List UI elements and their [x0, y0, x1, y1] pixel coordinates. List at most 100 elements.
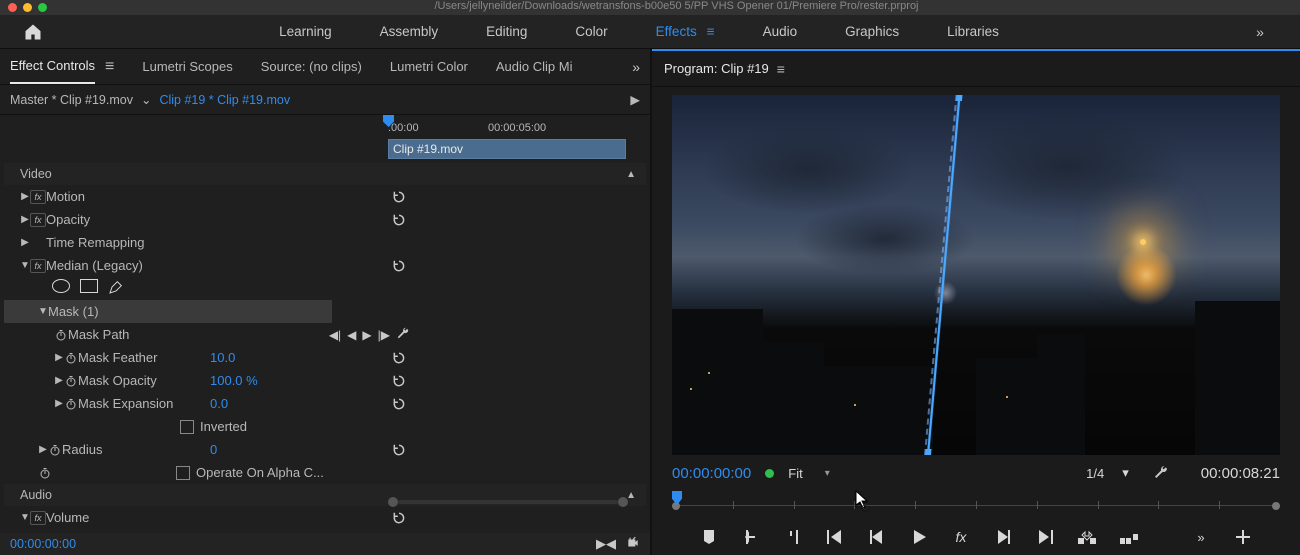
effect-row-motion[interactable]: Motion [4, 185, 646, 208]
effect-row-time-remapping[interactable]: Time Remapping [4, 231, 646, 254]
workspace-assembly[interactable]: Assembly [380, 15, 439, 48]
breadcrumb-master[interactable]: Master * Clip #19.mov [10, 93, 133, 107]
twist-icon[interactable] [20, 260, 30, 271]
zoom-handle-right[interactable] [618, 497, 628, 507]
home-icon[interactable] [8, 22, 58, 42]
step-forward-icon[interactable] [993, 527, 1013, 547]
fx-badge-icon[interactable] [30, 213, 46, 227]
prop-mask-opacity[interactable]: Mask Opacity 100.0 % [4, 369, 646, 392]
extract-icon[interactable] [1119, 527, 1139, 547]
panel-menu-icon[interactable]: ≡ [105, 58, 114, 76]
workspace-libraries[interactable]: Libraries [947, 15, 999, 48]
reset-icon[interactable] [388, 443, 410, 457]
tab-effect-controls[interactable]: Effect Controls [10, 49, 95, 84]
window-minimize-icon[interactable] [23, 3, 32, 12]
button-editor-icon[interactable] [1233, 527, 1253, 547]
prop-value[interactable]: 10.0 [208, 350, 388, 365]
tab-source[interactable]: Source: (no clips) [261, 49, 362, 84]
twist-icon[interactable] [20, 512, 30, 523]
tab-audio-clip-mixer[interactable]: Audio Clip Mi [496, 49, 573, 84]
twist-icon[interactable] [20, 191, 30, 202]
mark-in-icon[interactable] [741, 527, 761, 547]
step-back-icon[interactable] [867, 527, 887, 547]
zoom-handle-left[interactable] [388, 497, 398, 507]
workspace-graphics[interactable]: Graphics [845, 15, 899, 48]
reset-icon[interactable] [388, 259, 410, 273]
reset-icon[interactable] [388, 511, 410, 525]
mask-pen-icon[interactable] [108, 279, 124, 298]
effect-timeline-ruler[interactable]: :00:00 00:00:05:00 [388, 115, 626, 141]
play-around-icon[interactable]: ▶◀ [596, 536, 616, 553]
checkbox[interactable] [176, 466, 190, 480]
stopwatch-icon[interactable] [64, 351, 78, 365]
add-marker-icon[interactable] [699, 527, 719, 547]
footer-timecode[interactable]: 00:00:00:00 [10, 537, 76, 551]
transport-overflow-icon[interactable]: » [1191, 527, 1211, 547]
play-icon[interactable]: ▶ [630, 92, 640, 107]
fx-badge-icon[interactable] [30, 259, 46, 273]
mask-step-back-icon[interactable]: ◀ [347, 328, 356, 342]
stopwatch-icon[interactable] [64, 397, 78, 411]
twist-icon[interactable] [54, 352, 64, 363]
stopwatch-icon[interactable] [38, 466, 52, 480]
program-monitor-viewport[interactable] [672, 95, 1280, 455]
window-close-icon[interactable] [8, 3, 17, 12]
twist-icon[interactable] [38, 306, 48, 317]
prop-mask-path[interactable]: Mask Path ◀| ◀ ▶ |▶ [4, 323, 646, 346]
fx-badge-icon[interactable] [30, 511, 46, 525]
tab-lumetri-scopes[interactable]: Lumetri Scopes [142, 49, 232, 84]
collapse-icon[interactable]: ▲ [626, 169, 636, 180]
workspace-overflow-icon[interactable]: » [1256, 24, 1264, 40]
program-timeline[interactable] [672, 491, 1280, 515]
mask-row[interactable]: Mask (1) [4, 300, 332, 323]
twist-icon[interactable] [20, 214, 30, 225]
checkbox[interactable] [180, 420, 194, 434]
export-frame-icon[interactable] [626, 536, 640, 553]
prop-radius[interactable]: Radius 0 [4, 438, 646, 461]
prop-mask-feather[interactable]: Mask Feather 10.0 [4, 346, 646, 369]
mask-step-fwd-icon[interactable]: |▶ [378, 328, 390, 342]
twist-icon[interactable] [54, 375, 64, 386]
window-zoom-icon[interactable] [38, 3, 47, 12]
effect-timeline-clipbar[interactable]: Clip #19.mov [388, 139, 626, 159]
zoom-select[interactable]: Fit▾ [788, 466, 829, 481]
stopwatch-icon[interactable] [48, 443, 62, 457]
workspace-editing[interactable]: Editing [486, 15, 527, 48]
panel-tab-overflow-icon[interactable]: » [632, 59, 640, 75]
effect-row-opacity[interactable]: Opacity [4, 208, 646, 231]
workspace-audio[interactable]: Audio [763, 15, 798, 48]
prop-inverted[interactable]: Inverted [4, 415, 646, 438]
program-duration-timecode[interactable]: 00:00:08:21 [1201, 465, 1280, 482]
settings-wrench-icon[interactable] [1153, 464, 1169, 483]
prop-value[interactable]: 0 [208, 442, 388, 457]
prop-value[interactable]: 0.0 [208, 396, 388, 411]
fx-badge-icon[interactable] [30, 190, 46, 204]
mask-prev-vertex-icon[interactable]: ◀| [329, 328, 341, 342]
effect-row-volume[interactable]: Volume [4, 506, 646, 529]
effect-timeline-zoom[interactable] [388, 497, 628, 507]
fx-toggle-icon[interactable]: fx [951, 527, 971, 547]
reset-icon[interactable] [388, 374, 410, 388]
play-icon[interactable] [909, 527, 929, 547]
stopwatch-icon[interactable] [54, 328, 68, 342]
prop-alpha[interactable]: Operate On Alpha C... [4, 461, 646, 484]
mark-out-icon[interactable] [783, 527, 803, 547]
reset-icon[interactable] [388, 397, 410, 411]
mask-wrench-icon[interactable] [396, 326, 410, 343]
workspace-menu-icon[interactable]: ≡ [707, 24, 715, 39]
prop-mask-expansion[interactable]: Mask Expansion 0.0 [4, 392, 646, 415]
panel-menu-icon[interactable]: ≡ [777, 61, 785, 77]
program-current-timecode[interactable]: 00:00:00:00 [672, 465, 751, 482]
tab-program[interactable]: Program: Clip #19 [664, 61, 769, 76]
reset-icon[interactable] [388, 190, 410, 204]
reset-icon[interactable] [388, 213, 410, 227]
go-to-out-icon[interactable] [1035, 527, 1055, 547]
twist-icon[interactable] [54, 398, 64, 409]
workspace-learning[interactable]: Learning [279, 15, 332, 48]
lift-icon[interactable] [1077, 527, 1097, 547]
mask-rect-icon[interactable] [80, 279, 98, 293]
mask-ellipse-icon[interactable] [52, 279, 70, 293]
twist-icon[interactable] [38, 444, 48, 455]
reset-icon[interactable] [388, 351, 410, 365]
resolution-select[interactable]: 1/4▾ [1086, 465, 1129, 481]
